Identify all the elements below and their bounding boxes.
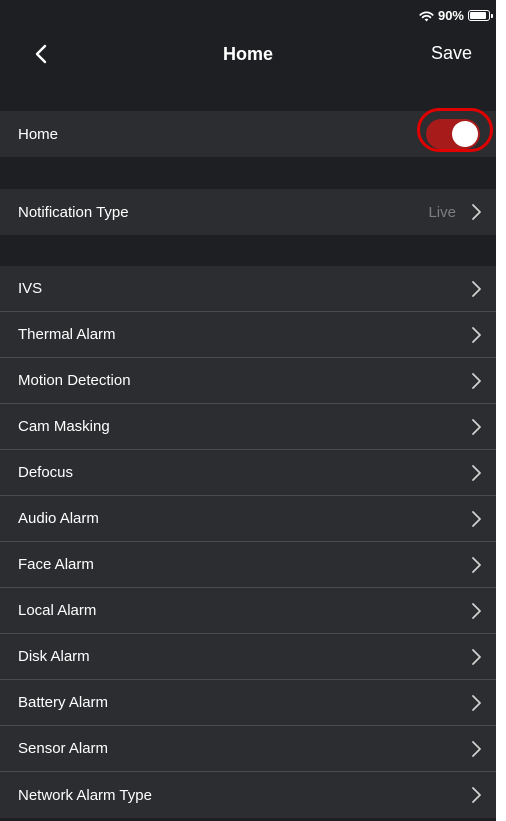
alarm-label: Local Alarm [18, 602, 97, 619]
screen: 90% Home Save Home Notification Type Liv… [0, 0, 496, 821]
notification-group: Notification Type Live [0, 189, 496, 235]
alarm-label: Cam Masking [18, 418, 110, 435]
status-indicators: 90% [419, 8, 493, 23]
wifi-icon [419, 10, 434, 21]
alarm-label: Battery Alarm [18, 694, 109, 711]
notification-type-row[interactable]: Notification Type Live [0, 189, 496, 235]
chevron-right-icon [472, 787, 481, 803]
chevron-right-icon [472, 511, 481, 527]
home-group: Home [0, 108, 496, 157]
alarm-row[interactable]: Audio Alarm [0, 496, 496, 542]
home-label: Home [18, 125, 59, 143]
home-row: Home [0, 108, 496, 157]
chevron-right-icon [472, 327, 481, 343]
alarm-label: Defocus [18, 464, 74, 481]
chevron-right-icon [472, 557, 481, 573]
chevron-left-icon [35, 44, 47, 64]
toggle-knob [452, 121, 478, 147]
alarm-label: Thermal Alarm [18, 326, 116, 343]
alarm-list: IVS Thermal Alarm Motion Detection Cam Mask… [0, 266, 496, 818]
status-bar: 90% [0, 0, 496, 34]
chevron-right-icon [472, 281, 481, 297]
home-toggle[interactable] [426, 119, 480, 149]
alarm-row[interactable]: Network Alarm Type [0, 772, 496, 818]
chevron-right-icon [472, 204, 481, 220]
alarm-row[interactable]: Battery Alarm [0, 680, 496, 726]
alarm-row[interactable]: Defocus [0, 450, 496, 496]
chevron-right-icon [472, 419, 481, 435]
alarm-row[interactable]: Face Alarm [0, 542, 496, 588]
chevron-right-icon [472, 649, 481, 665]
alarm-label: IVS [18, 280, 43, 297]
alarm-row[interactable]: Thermal Alarm [0, 312, 496, 358]
save-button[interactable]: Save [431, 43, 472, 64]
chevron-right-icon [472, 603, 481, 619]
notification-type-label: Notification Type [18, 203, 129, 221]
battery-icon [468, 10, 493, 21]
alarm-label: Face Alarm [18, 556, 94, 573]
alarm-label: Disk Alarm [18, 648, 90, 665]
nav-bar: Home Save [0, 34, 496, 74]
chevron-right-icon [472, 695, 481, 711]
alarm-row[interactable]: Motion Detection [0, 358, 496, 404]
alarm-label: Network Alarm Type [18, 786, 152, 804]
chevron-right-icon [472, 373, 481, 389]
alarm-label: Sensor Alarm [18, 740, 109, 757]
alarm-row[interactable]: Cam Masking [0, 404, 496, 450]
notification-type-value: Live [428, 203, 456, 221]
alarm-label: Audio Alarm [18, 510, 99, 527]
battery-fill [470, 12, 486, 19]
chevron-right-icon [472, 741, 481, 757]
alarm-row[interactable]: Local Alarm [0, 588, 496, 634]
alarm-row[interactable]: Disk Alarm [0, 634, 496, 680]
alarm-label: Motion Detection [18, 372, 131, 389]
alarm-row[interactable]: IVS [0, 266, 496, 312]
chevron-right-icon [472, 465, 481, 481]
alarm-row[interactable]: Sensor Alarm [0, 726, 496, 772]
page-title: Home [222, 43, 273, 64]
back-button[interactable] [30, 42, 54, 66]
battery-percent: 90% [437, 8, 464, 23]
